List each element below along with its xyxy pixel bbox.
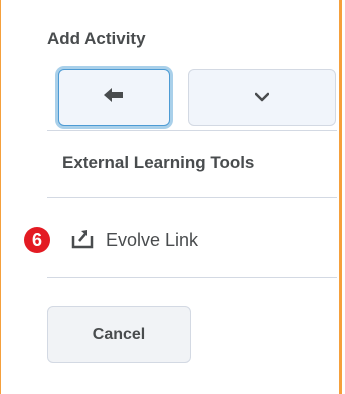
- panel-title: Add Activity: [47, 29, 146, 48]
- divider: [47, 130, 337, 131]
- section-heading: External Learning Tools: [62, 153, 255, 172]
- options-dropdown-button[interactable]: [188, 69, 336, 126]
- tool-item-label: Evolve Link: [106, 229, 199, 250]
- divider: [47, 197, 337, 198]
- cancel-button[interactable]: Cancel: [47, 306, 191, 363]
- tool-item-evolve-link[interactable]: Evolve Link: [70, 226, 198, 254]
- back-button[interactable]: [58, 69, 170, 126]
- chevron-down-icon: [254, 89, 270, 107]
- step-number-badge: 6: [24, 227, 50, 253]
- back-arrow-icon: [104, 88, 124, 107]
- divider: [47, 277, 337, 278]
- external-tool-insert-icon: [70, 227, 96, 254]
